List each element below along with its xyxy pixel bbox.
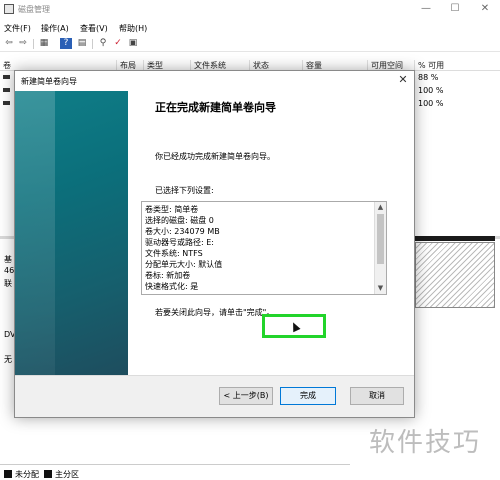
dialog-footer: < 上一步(B) 完成 取消 [15,375,414,417]
window-titlebar: 磁盘管理 — ☐ ✕ [0,0,500,18]
setting-selected-disk: 选择的磁盘: 磁盘 0 [145,216,214,225]
disk-partition-bar [415,236,495,241]
setting-volume-label: 卷标: 新加卷 [145,271,191,280]
settings-label: 已选择下列设置: [155,186,214,195]
setting-quick-format: 快速格式化: 是 [145,282,199,291]
wizard-heading: 正在完成新建简单卷向导 [155,101,276,114]
legend-swatch-unallocated [4,470,12,478]
wizard-success-message: 你已经成功完成新建简单卷向导。 [155,152,275,161]
menu-action[interactable]: 操作(A) [41,23,69,34]
disk0-label-line2: 46 [4,266,15,275]
check-icon[interactable]: ✓ [112,38,124,49]
new-simple-volume-wizard: 新建简单卷向导 ✕ 正在完成新建简单卷向导 你已经成功完成新建简单卷向导。 已选… [14,70,415,418]
connect-icon[interactable]: ⚲ [97,38,109,49]
settings-listbox[interactable]: 卷类型: 简单卷 选择的磁盘: 磁盘 0 卷大小: 234079 MB 驱动器号… [141,201,387,295]
setting-file-system: 文件系统: NTFS [145,249,203,258]
toolbar-separator [33,39,34,49]
legend-label-unallocated: 未分配 [15,470,39,479]
close-hint-text: 若要关闭此向导，请单击"完成"。 [155,308,275,317]
legend-bar: 未分配 主分区 [0,464,500,480]
drive-icon [3,75,10,79]
drive-icon [3,88,10,92]
legend-label-primary: 主分区 [55,470,79,479]
menu-help[interactable]: 帮助(H) [119,23,147,34]
setting-volume-size: 卷大小: 234079 MB [145,227,220,236]
menu-file[interactable]: 文件(F) [4,23,31,34]
volume-percent-free: 100 % [418,86,444,95]
dialog-titlebar: 新建简单卷向导 ✕ [15,71,414,91]
volume-percent-free: 100 % [418,99,444,108]
disk0-label-line3: 联 [4,279,12,288]
back-arrow-icon[interactable]: ⇦ [3,38,15,49]
menu-view[interactable]: 查看(V) [80,23,108,34]
volume-percent-free: 88 % [418,73,439,82]
setting-allocation-unit: 分配单元大小: 默认值 [145,260,223,269]
minimize-button[interactable]: — [417,2,435,16]
disk0-label-line1: 基 [4,255,12,264]
properties-icon[interactable]: ▤ [76,38,88,49]
toolbar: ⇦ ⇨ ▦ ? ▤ ⚲ ✓ ▣ [0,36,500,52]
setting-drive-letter: 驱动器号或路径: E: [145,238,214,247]
list-icon[interactable]: ▣ [127,38,139,49]
unallocated-partition[interactable] [415,242,495,308]
maximize-button[interactable]: ☐ [446,2,464,16]
forward-arrow-icon[interactable]: ⇨ [17,38,29,49]
column-percent-free[interactable]: % 可用 [414,60,444,71]
setting-volume-type: 卷类型: 简单卷 [145,205,199,214]
help-icon[interactable]: ? [60,38,72,49]
finish-button[interactable]: 完成 [280,387,336,405]
scroll-down-icon[interactable]: ▼ [375,283,386,294]
settings-scrollbar[interactable]: ▲ ▼ [374,202,386,294]
scroll-thumb[interactable] [377,214,384,264]
legend-swatch-primary [44,470,52,478]
back-button[interactable]: < 上一步(B) [219,387,273,405]
close-button[interactable]: ✕ [476,2,494,16]
drive-icon [3,101,10,105]
toolbar-separator [92,39,93,49]
wizard-banner-highlight [15,91,55,375]
disk-management-icon [4,4,14,14]
dialog-title: 新建简单卷向导 [21,77,77,86]
cancel-button[interactable]: 取消 [350,387,404,405]
column-volume[interactable]: 卷 [0,60,11,71]
console-tree-icon[interactable]: ▦ [38,38,50,49]
menu-bar: 文件(F) 操作(A) 查看(V) 帮助(H) [0,20,500,36]
window-title: 磁盘管理 [18,5,50,14]
close-icon[interactable]: ✕ [396,73,410,87]
scroll-up-icon[interactable]: ▲ [375,202,386,213]
dvd-label-line3: 无 [4,355,12,364]
watermark-text: 软件技巧 [350,420,500,466]
